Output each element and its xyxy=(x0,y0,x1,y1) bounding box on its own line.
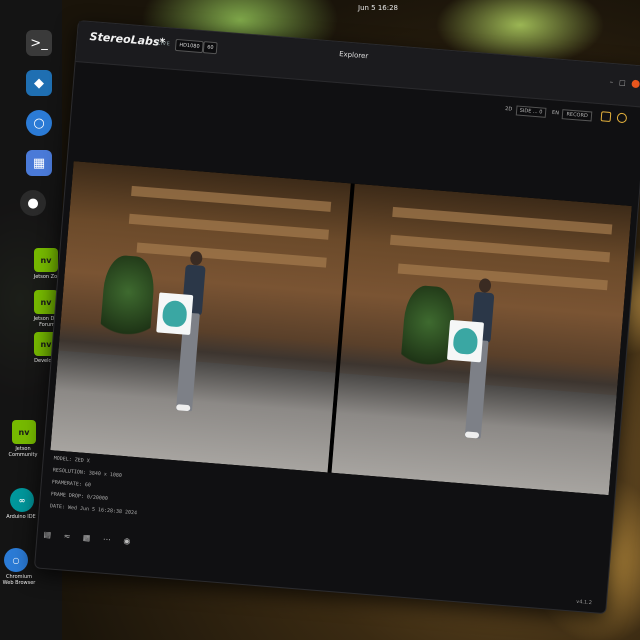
close-icon[interactable] xyxy=(631,79,640,89)
camera-info-overlay: MODEL: ZED X RESOLUTION: 3840 x 1080 FRA… xyxy=(49,452,141,519)
refresh-icon[interactable] xyxy=(600,111,612,123)
depth-icon[interactable]: ▦ xyxy=(83,533,91,543)
zoom-select[interactable]: SIDE ... 0 xyxy=(515,104,547,118)
live-mode-label[interactable]: LIVE xyxy=(157,40,170,47)
zoom-label: 2D xyxy=(504,106,513,113)
window-title: Explorer xyxy=(338,50,369,61)
stream-icon[interactable]: ≈ xyxy=(63,532,70,542)
desktop-label-arduino: Arduino IDE xyxy=(6,514,36,520)
left-camera-image xyxy=(50,161,351,473)
desktop-label-chromium: Chromium Web Browser xyxy=(2,574,36,586)
desktop-label-community: Jetson Community xyxy=(8,446,38,458)
file-icon[interactable]: ▤ xyxy=(43,530,51,540)
resolution-select[interactable]: HD1080 xyxy=(174,38,205,54)
nvidia-icon[interactable]: nv xyxy=(34,248,58,272)
camera-icon[interactable]: ◉ xyxy=(123,536,131,546)
brand-logo: StereoLabs* xyxy=(89,30,166,50)
fps-select[interactable]: 60 xyxy=(202,41,219,55)
chromium-icon[interactable]: ○ xyxy=(4,548,28,572)
maximize-icon[interactable]: □ xyxy=(619,79,632,88)
nvidia-icon[interactable]: nv xyxy=(12,420,36,444)
window-controls: –□ xyxy=(609,78,640,89)
settings-icon[interactable] xyxy=(616,112,628,124)
bottom-toolbar: ▤ ≈ ▦ ⋯ ◉ xyxy=(43,530,140,547)
version-label: v4.1.2 xyxy=(576,598,593,607)
stats-icon[interactable]: ⋯ xyxy=(103,535,112,545)
record-label: EN xyxy=(551,109,560,117)
vscode-icon[interactable]: ◆ xyxy=(26,70,52,96)
terminal-icon[interactable]: >_ xyxy=(26,30,52,56)
obs-icon[interactable]: ● xyxy=(20,190,46,216)
system-clock: Jun 5 16:28 xyxy=(358,4,399,12)
stereo-video-view[interactable] xyxy=(50,161,632,496)
files-icon[interactable]: ▦ xyxy=(26,150,52,176)
record-button[interactable]: RECORD xyxy=(562,108,593,121)
arduino-icon[interactable]: ∞ xyxy=(10,488,34,512)
chromium-icon[interactable]: ○ xyxy=(26,110,52,136)
view-toolbar: 2D SIDE ... 0 EN RECORD xyxy=(505,104,628,124)
zed-explorer-window: StereoLabs* LIVE HD1080 60 Explorer –□ 2… xyxy=(33,20,640,615)
right-camera-image xyxy=(331,183,632,496)
